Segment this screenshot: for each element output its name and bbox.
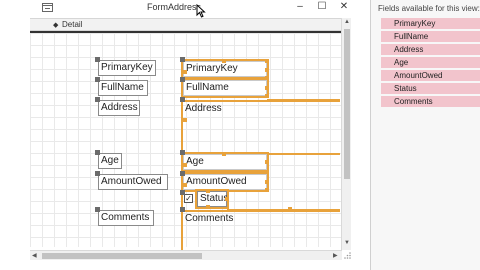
move-handle[interactable]: [95, 171, 100, 176]
scroll-left-icon[interactable]: ◀: [32, 252, 37, 259]
field-list-item[interactable]: Age: [381, 57, 480, 69]
horizontal-scrollbar[interactable]: ◀ ▶: [30, 250, 342, 260]
field-list-item[interactable]: FullName: [381, 31, 480, 43]
label-address[interactable]: Address: [98, 100, 140, 116]
status-checkbox[interactable]: ✓: [184, 194, 193, 203]
label-comments[interactable]: Comments: [98, 210, 154, 226]
resize-handle[interactable]: [183, 183, 187, 187]
resize-handle[interactable]: [225, 197, 229, 201]
resize-handle[interactable]: [265, 188, 269, 192]
field-comments[interactable]: Comments: [183, 210, 340, 250]
resize-handle[interactable]: [288, 207, 292, 211]
resize-handle[interactable]: [206, 205, 210, 209]
move-handle[interactable]: [95, 150, 100, 155]
section-label: Detail: [62, 20, 83, 29]
field-list-pane: Fields available for this view: PrimaryK…: [370, 0, 480, 270]
field-list-item[interactable]: Comments: [381, 96, 480, 108]
resize-handle[interactable]: [183, 70, 187, 74]
resize-handle[interactable]: [265, 94, 269, 98]
selection-outline: [267, 153, 340, 155]
field-status[interactable]: Status: [195, 189, 229, 209]
mouse-cursor-icon: [196, 4, 206, 18]
resize-handle[interactable]: [222, 152, 226, 156]
field-address[interactable]: Address: [183, 100, 340, 150]
move-handle[interactable]: [180, 190, 185, 195]
label-amount-owed[interactable]: AmountOwed: [98, 174, 168, 190]
field-list-item[interactable]: Status: [381, 83, 480, 95]
resize-handle[interactable]: [206, 189, 210, 193]
resize-handle[interactable]: [183, 163, 187, 167]
scroll-down-icon[interactable]: ▼: [344, 240, 350, 246]
field-primary-key[interactable]: PrimaryKey: [181, 59, 269, 79]
resize-grip-icon[interactable]: [343, 251, 351, 259]
detail-section-bar[interactable]: ◆ Detail: [30, 18, 344, 31]
resize-handle[interactable]: [265, 86, 269, 90]
resize-handle[interactable]: [265, 59, 269, 63]
move-handle[interactable]: [180, 150, 185, 155]
resize-handle[interactable]: [265, 160, 269, 164]
horizontal-scroll-thumb[interactable]: [42, 253, 202, 259]
scroll-right-icon[interactable]: ▶: [333, 252, 338, 259]
form-title: FormAddress: [147, 2, 202, 12]
selection-outline: [227, 209, 340, 211]
resize-handle[interactable]: [183, 118, 187, 122]
field-list-heading: Fields available for this view:: [378, 4, 480, 13]
scroll-up-icon[interactable]: ▲: [344, 19, 350, 25]
close-button[interactable]: ✕: [334, 0, 354, 16]
resize-handle[interactable]: [222, 59, 226, 63]
move-handle[interactable]: [95, 207, 100, 212]
resize-handle[interactable]: [265, 170, 269, 174]
move-handle[interactable]: [180, 77, 185, 82]
field-list-item[interactable]: PrimaryKey: [381, 18, 480, 30]
move-handle[interactable]: [95, 97, 100, 102]
label-age[interactable]: Age: [98, 153, 122, 169]
move-handle[interactable]: [95, 77, 100, 82]
section-marker-icon: ◆: [53, 22, 59, 29]
move-handle[interactable]: [180, 97, 185, 102]
form-icon: [42, 3, 53, 12]
resize-handle[interactable]: [265, 180, 269, 184]
label-primary-key[interactable]: PrimaryKey: [98, 60, 156, 76]
maximize-button[interactable]: ☐: [312, 0, 332, 16]
field-amount-owed[interactable]: AmountOwed: [181, 172, 269, 192]
move-handle[interactable]: [180, 57, 185, 62]
move-handle[interactable]: [180, 171, 185, 176]
move-handle[interactable]: [180, 207, 185, 212]
vertical-scrollbar[interactable]: ▲ ▼: [341, 18, 351, 250]
field-age[interactable]: Age: [181, 152, 269, 172]
field-full-name[interactable]: FullName: [181, 78, 269, 98]
selection-outline: [267, 99, 340, 101]
field-list-item[interactable]: Address: [381, 44, 480, 56]
move-handle[interactable]: [95, 57, 100, 62]
field-list-item[interactable]: AmountOwed: [381, 70, 480, 82]
label-full-name[interactable]: FullName: [98, 80, 148, 96]
minimize-button[interactable]: –: [290, 0, 310, 16]
resize-handle[interactable]: [265, 76, 269, 80]
resize-handle[interactable]: [265, 68, 269, 72]
vertical-scroll-thumb[interactable]: [344, 29, 350, 179]
